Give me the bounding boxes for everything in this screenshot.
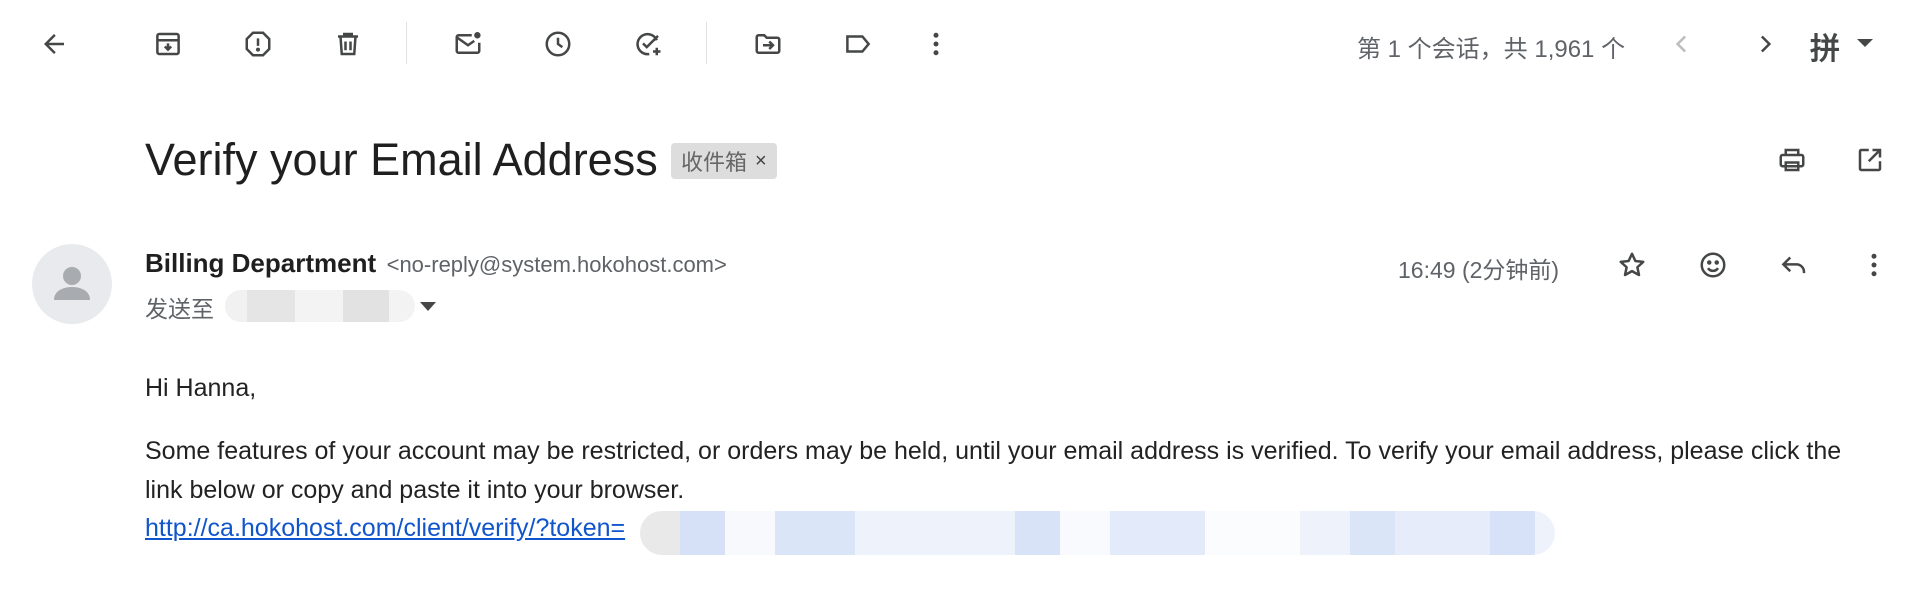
star-icon [1619,252,1645,277]
chevron-left-icon [1675,35,1687,53]
chevron-right-icon [1760,35,1772,53]
sender-avatar[interactable] [32,244,112,324]
star-button[interactable] [1612,245,1652,285]
back-button[interactable] [34,24,74,64]
archive-icon [156,32,180,56]
sender-name[interactable]: Billing Department [145,248,376,278]
print-icon [1779,148,1805,172]
email-paragraph: Some features of your account may be res… [145,437,1842,504]
add-to-tasks-icon [636,32,661,56]
more-vert-icon [1871,253,1877,277]
conversation-count: 第 1 个会话，共 1,961 个 [1357,36,1626,63]
label-icon [846,35,871,53]
reply-icon [1781,256,1806,274]
add-to-tasks-button[interactable] [628,24,668,64]
mark-unread-icon [455,32,481,54]
open-in-new-icon [1858,148,1882,172]
toolbar-divider [706,22,707,64]
label-button[interactable] [838,24,878,64]
newer-button[interactable] [1662,24,1702,64]
verify-link[interactable]: http://ca.hokohost.com/client/verify/?to… [145,514,625,543]
sender-line: Billing Department <no-reply@system.hoko… [145,248,727,279]
snooze-icon [545,31,571,57]
token-redacted [640,511,1555,555]
email-greeting: Hi Hanna, [145,374,257,402]
email-subject: Verify your Email Address [145,134,658,185]
archive-button[interactable] [148,24,188,64]
delete-icon [338,32,358,56]
more-options-button[interactable] [916,24,956,64]
older-button[interactable] [1745,24,1785,64]
print-button[interactable] [1772,140,1812,180]
reply-button[interactable] [1774,245,1814,285]
open-in-new-window-button[interactable] [1850,140,1890,180]
sender-email: <no-reply@system.hokohost.com> [386,252,727,277]
timestamp: 16:49 (2分钟前) [1398,257,1560,283]
report-spam-button[interactable] [238,24,278,64]
to-prefix: 发送至 [145,296,214,322]
recipient-redacted [225,290,415,322]
add-reaction-button[interactable] [1693,245,1733,285]
input-method-button[interactable]: 拼 [1810,24,1840,68]
mark-unread-button[interactable] [448,24,488,64]
toolbar-divider [406,22,407,64]
snooze-button[interactable] [538,24,578,64]
move-to-icon [755,34,781,54]
move-to-button[interactable] [748,24,788,64]
inbox-label-tag: 收件箱 × [671,143,777,179]
delete-button[interactable] [328,24,368,64]
message-more-button[interactable] [1854,245,1894,285]
show-details-icon[interactable] [420,302,436,311]
person-icon [54,267,90,300]
label-tag-text: 收件箱 [681,150,748,175]
emoji-icon [1700,252,1726,278]
more-vert-icon [933,32,939,56]
back-arrow-icon [44,34,64,54]
remove-label-button[interactable]: × [755,150,767,173]
caret-down-icon[interactable] [1857,39,1873,47]
report-spam-icon [245,31,271,57]
